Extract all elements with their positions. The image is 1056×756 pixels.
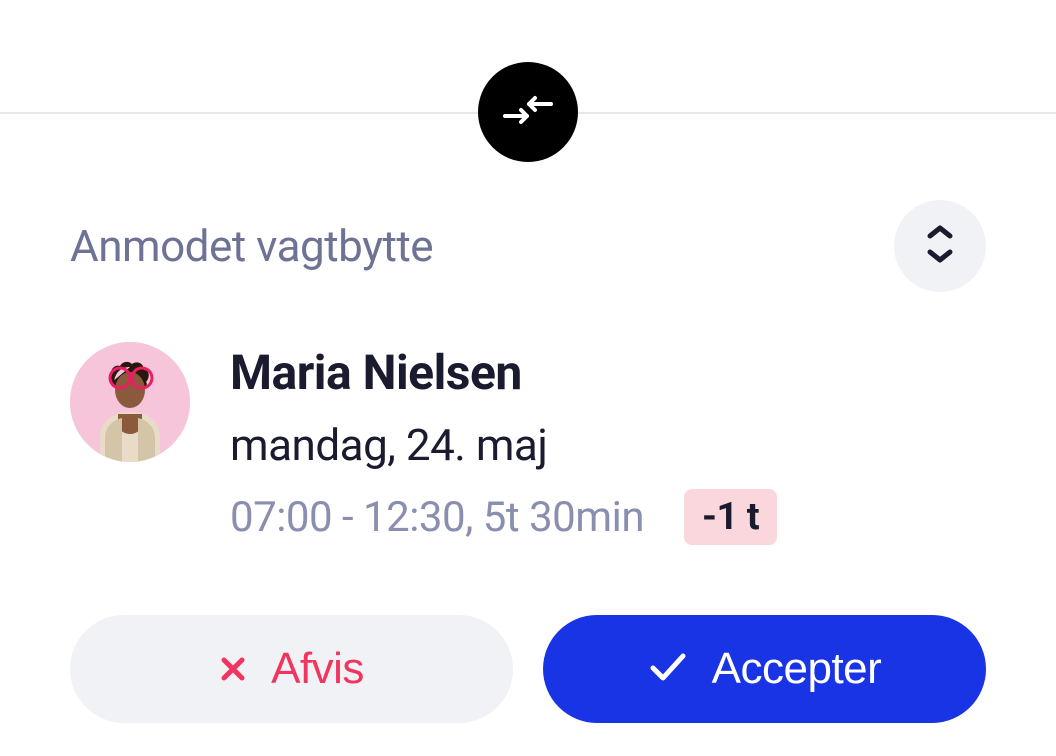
close-icon: [219, 644, 247, 694]
accept-label: Accepter: [712, 644, 882, 694]
check-icon: [648, 644, 688, 694]
reject-button[interactable]: Afvis: [70, 615, 513, 723]
avatar: [70, 342, 190, 462]
swap-badge: [478, 62, 578, 162]
hours-delta-badge: -1 t: [684, 489, 777, 545]
expand-collapse-button[interactable]: [894, 200, 986, 292]
swap-icon: [503, 95, 553, 129]
chevron-down-icon: [926, 248, 954, 268]
accept-button[interactable]: Accepter: [543, 615, 986, 723]
reject-label: Afvis: [271, 644, 364, 694]
chevron-up-icon: [926, 224, 954, 244]
shift-date: mandag, 24. maj: [230, 419, 777, 471]
section-title: Anmodet vagtbytte: [70, 220, 433, 272]
person-name: Maria Nielsen: [230, 344, 777, 401]
shift-time: 07:00 - 12:30, 5t 30min: [230, 493, 644, 542]
